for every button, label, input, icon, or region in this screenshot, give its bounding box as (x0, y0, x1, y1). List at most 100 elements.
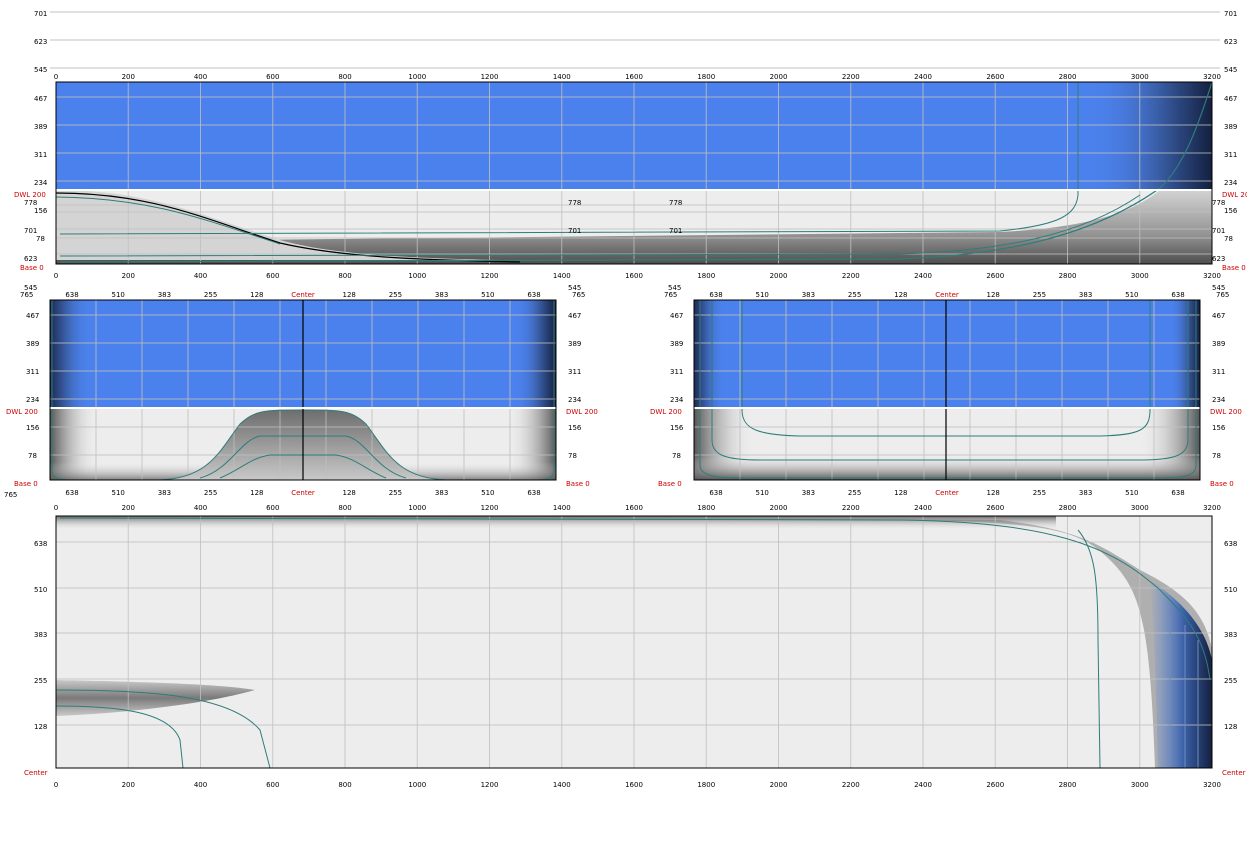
x-tick-label: 2600 (986, 73, 1004, 81)
x-tick-label: 3000 (1131, 272, 1149, 280)
x-tick-label: 1200 (481, 73, 499, 81)
x-tick-label: 200 (122, 504, 135, 512)
x-tick-label: 400 (194, 781, 207, 789)
section-bottom-tick: 638 (527, 489, 540, 497)
section-bottom-tick: 128 (987, 489, 1000, 497)
section-left-corner: 765 (572, 291, 585, 299)
top-band-right-label: 545 (1224, 66, 1237, 74)
section-top-tick: Center (935, 291, 959, 299)
profile-lower-y-label: 778 (1212, 199, 1225, 207)
top-band-left-label: 701 (34, 10, 47, 18)
section-left-y: 467 (26, 312, 39, 320)
section-bottom-tick: 383 (435, 489, 448, 497)
x-tick-label: 600 (266, 504, 279, 512)
plan-y-label: 383 (34, 631, 47, 639)
section-bottom-tick: 255 (848, 489, 861, 497)
section-top-tick: 128 (987, 291, 1000, 299)
x-tick-label: 1400 (553, 504, 571, 512)
x-tick-label: 400 (194, 504, 207, 512)
x-tick-label: 1000 (408, 73, 426, 81)
plan-y-label: 510 (1224, 586, 1237, 594)
section-right-y: 311 (1212, 368, 1225, 376)
section-top-tick: 128 (343, 291, 356, 299)
x-tick-label: 2400 (914, 504, 932, 512)
section-top-tick: 255 (1033, 291, 1046, 299)
x-tick-label: 1200 (481, 272, 499, 280)
x-tick-label: 2800 (1059, 781, 1077, 789)
section-top-tick: 383 (158, 291, 171, 299)
profile-lower-y-label: 701 (1212, 227, 1225, 235)
x-tick-label: 1800 (697, 73, 715, 81)
profile-y-label: 311 (1224, 151, 1237, 159)
x-tick-label: 1800 (697, 272, 715, 280)
section-top-tick: Center (291, 291, 315, 299)
section-right-base: Base 0 (1210, 480, 1234, 488)
profile-inner-label: 778 (568, 199, 581, 207)
x-tick-label: 3200 (1203, 73, 1221, 81)
section-bottom-tick: 510 (112, 489, 125, 497)
x-tick-label: 0 (54, 73, 58, 81)
section-bottom-tick: 128 (250, 489, 263, 497)
section-left-y: 234 (26, 396, 40, 404)
x-tick-label: 2000 (770, 504, 788, 512)
plan-y-label: 128 (1224, 723, 1237, 731)
top-band-left-label: 623 (34, 38, 47, 46)
section-view-left: 638 638 510 510 383 383 255 255 128 128 Center Cent… (4, 284, 598, 499)
profile-base-label: Base 0 (1222, 264, 1246, 272)
section-bottom-tick: Center (935, 489, 959, 497)
section-left-dwl: DWL 200 (6, 408, 38, 416)
profile-inner-label: 701 (568, 227, 581, 235)
section-right-corner: 765 (1216, 291, 1229, 299)
section-top-tick: 510 (112, 291, 125, 299)
plan-y-label: 255 (34, 677, 47, 685)
plan-y-label: 510 (34, 586, 47, 594)
section-right-lower-y: 156 (1212, 424, 1226, 432)
section-right-dwl: DWL 200 (1210, 408, 1242, 416)
section-top-tick: 128 (894, 291, 907, 299)
section-bottom-tick: Center (291, 489, 315, 497)
section-bottom-tick: 128 (894, 489, 907, 497)
hull-lines-plan: 701 623 545 701 623 545 0 200 400 600 800 100… (4, 10, 1247, 789)
profile-lower-y-label: 156 (34, 207, 48, 215)
x-tick-label: 1600 (625, 781, 643, 789)
profile-y-label: 389 (1224, 123, 1237, 131)
x-tick-label: 600 (266, 73, 279, 81)
section-right-y: 311 (670, 368, 683, 376)
x-tick-label: 2200 (842, 272, 860, 280)
profile-inner-label: 778 (669, 199, 682, 207)
section-bottom-tick: 383 (158, 489, 171, 497)
x-tick-label: 1200 (481, 504, 499, 512)
profile-lower-y-label: 623 (1212, 255, 1225, 263)
profile-view: 0 200 400 600 800 1000 1200 1400 1600 1800 2000 220… (14, 73, 1247, 280)
section-left-dwl: DWL 200 (566, 408, 598, 416)
plan-center-label: Center (1222, 769, 1246, 777)
x-tick-label: 1400 (553, 781, 571, 789)
section-right-y: 234 (670, 396, 684, 404)
section-left-lower-y: 78 (568, 452, 577, 460)
x-tick-label: 200 (122, 781, 135, 789)
section-top-tick: 383 (802, 291, 815, 299)
section-top-tick: 638 (527, 291, 540, 299)
x-tick-label: 3200 (1203, 781, 1221, 789)
x-tick-label: 1800 (697, 781, 715, 789)
x-tick-label: 1600 (625, 504, 643, 512)
top-band-right-label: 623 (1224, 38, 1237, 46)
x-tick-label: 1000 (408, 504, 426, 512)
profile-lower-y-label: 701 (24, 227, 37, 235)
section-bottom-tick: 638 (1171, 489, 1184, 497)
section-right-lower-y: 78 (1212, 452, 1221, 460)
x-tick-label: 2200 (842, 504, 860, 512)
section-bottom-tick: 638 (709, 489, 722, 497)
plan-view: 0 200 400 600 800 1000 1200 1400 1600 1800 2000 220… (24, 504, 1246, 789)
plan-y-label: 128 (34, 723, 47, 731)
x-tick-label: 2000 (770, 781, 788, 789)
section-bottom-tick: 128 (343, 489, 356, 497)
plan-y-label: 638 (1224, 540, 1237, 548)
profile-lower-y-label: 623 (24, 255, 37, 263)
section-left-y: 234 (568, 396, 582, 404)
section-right-base: Base 0 (658, 480, 682, 488)
x-tick-label: 3000 (1131, 781, 1149, 789)
section-right-y: 389 (670, 340, 683, 348)
x-tick-label: 2800 (1059, 73, 1077, 81)
section-top-tick: 510 (1125, 291, 1138, 299)
